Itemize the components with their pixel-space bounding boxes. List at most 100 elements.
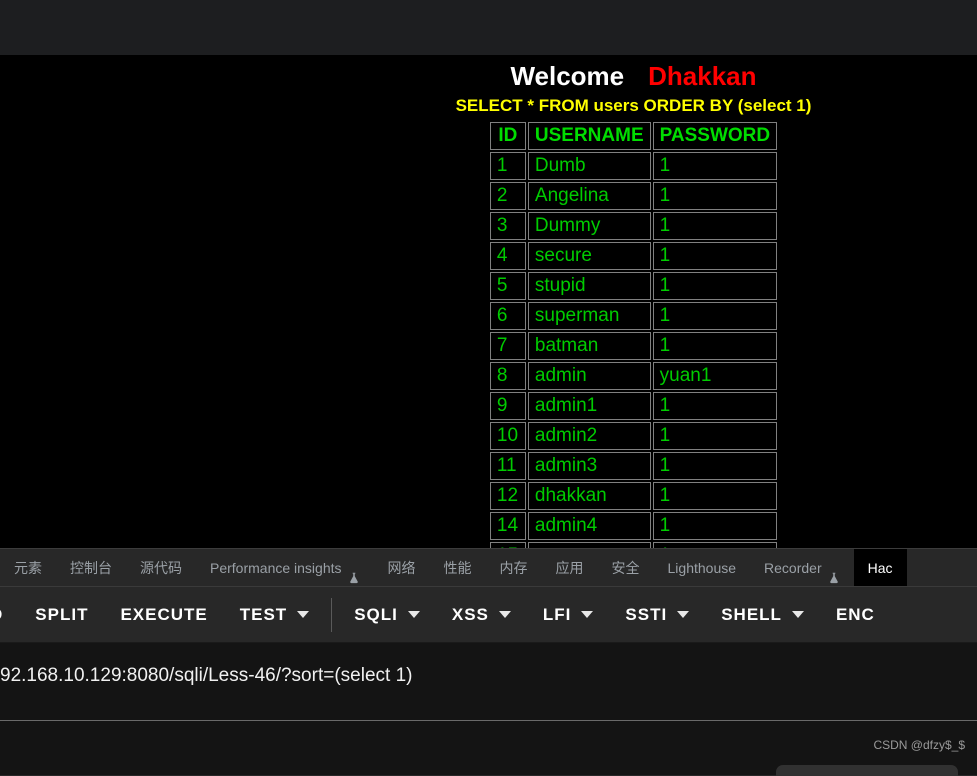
hackbar-button-2[interactable]: EXECUTE [104, 587, 223, 642]
chevron-down-icon[interactable] [791, 611, 804, 618]
hackbar-button-7[interactable]: SSTI [609, 587, 705, 642]
hackbar-button-6[interactable]: LFI [527, 587, 610, 642]
cell-id: 7 [489, 331, 526, 360]
devtools-tab-11[interactable]: Hac [853, 549, 907, 586]
cell-password: 1 [652, 481, 778, 510]
hackbar-button-8[interactable]: SHELL [705, 587, 820, 642]
cell-username: admin2 [527, 421, 651, 450]
hackbar-button-9[interactable]: ENC [820, 587, 891, 642]
chevron-down-icon[interactable] [498, 611, 511, 618]
welcome-heading: Welcome Dhakkan [145, 60, 977, 93]
table-row: 6 superman 1 [489, 301, 778, 330]
table-row: 7 batman 1 [489, 331, 778, 360]
hackbar-button-label: EXECUTE [120, 604, 208, 624]
cell-password: 1 [652, 451, 778, 480]
chevron-down-icon[interactable] [407, 611, 420, 618]
hackbar-button-label: SQLI [354, 604, 398, 624]
flask-icon [828, 561, 840, 583]
cell-password: 1 [652, 271, 778, 300]
hackbar-button-label: SPLIT [35, 604, 89, 624]
devtools-tab-label: Lighthouse [667, 559, 737, 576]
hackbar-button-0[interactable]: D [0, 587, 19, 642]
cell-id: 2 [489, 181, 526, 210]
cell-username: admin1 [527, 391, 651, 420]
devtools-panel: 元素 控制台 源代码 Performance insights 网络 性能 内存 应用 安全 Li… [0, 548, 977, 776]
chevron-down-icon[interactable] [677, 611, 690, 618]
bottom-rounded-panel [776, 765, 958, 776]
devtools-tab-8[interactable]: 安全 [598, 549, 654, 586]
browser-chrome-strip [0, 0, 977, 55]
hackbar-button-3[interactable]: TEST [224, 587, 325, 642]
hackbar-button-label: SSTI [625, 604, 668, 624]
results-table: ID USERNAME PASSWORD 1 Dumb 1 2 Angelina 1 3 Du… [488, 120, 779, 548]
cell-id: 5 [489, 271, 526, 300]
table-row: 9 admin1 1 [489, 391, 778, 420]
hackbar-button-4[interactable]: SQLI [338, 587, 436, 642]
cell-username: admin3 [527, 451, 651, 480]
devtools-tab-1[interactable]: 控制台 [56, 549, 126, 586]
results-table-wrapper: ID USERNAME PASSWORD 1 Dumb 1 2 Angelina 1 3 Du… [488, 120, 779, 548]
cell-username: superman [527, 301, 651, 330]
hackbar-button-label: D [0, 605, 3, 625]
hackbar-url-area[interactable]: 92.168.10.129:8080/sqli/Less-46/?sort=(s… [0, 643, 977, 721]
cell-id: 4 [489, 241, 526, 270]
devtools-tabbar: 元素 控制台 源代码 Performance insights 网络 性能 内存 应用 安全 Li… [0, 549, 977, 587]
cell-password: 1 [652, 421, 778, 450]
hackbar-button-label: ENC [835, 604, 875, 624]
cell-username: dhakkan [527, 481, 651, 510]
cell-id: 11 [489, 451, 526, 480]
table-header-row: ID USERNAME PASSWORD [489, 121, 778, 150]
devtools-tab-4[interactable]: 网络 [374, 549, 430, 586]
cell-password: 1 [652, 391, 778, 420]
sql-query-text: SELECT * FROM users ORDER BY (select 1) [455, 95, 812, 115]
devtools-tab-2[interactable]: 源代码 [126, 549, 196, 586]
cell-password: 1 [652, 331, 778, 360]
flask-icon [348, 561, 360, 583]
cell-password: 1 [652, 301, 778, 330]
cell-username: secure [527, 241, 651, 270]
table-row: 12 dhakkan 1 [489, 481, 778, 510]
devtools-tab-label: 应用 [555, 559, 584, 576]
results-table-body: 1 Dumb 1 2 Angelina 1 3 Dummy 1 4 secure 1 5 stupid 1 6… [489, 151, 778, 548]
cell-username: Angelina [527, 181, 651, 210]
devtools-tab-label: Hac [867, 559, 893, 576]
hackbar-button-label: XSS [451, 604, 489, 624]
table-row: 4 secure 1 [489, 241, 778, 270]
devtools-tab-3[interactable]: Performance insights [196, 549, 374, 586]
devtools-tab-label: 控制台 [70, 559, 112, 576]
screenshot-root: Welcome Dhakkan SELECT * FROM users ORDER… [0, 0, 977, 776]
column-header-username: USERNAME [527, 121, 651, 150]
devtools-tab-label: 性能 [443, 559, 472, 576]
table-row: 14 admin4 1 [489, 511, 778, 540]
cell-id: 1 [489, 151, 526, 180]
welcome-label: Welcome [510, 61, 625, 91]
devtools-tab-9[interactable]: Lighthouse [654, 549, 751, 586]
column-header-password: PASSWORD [652, 121, 778, 150]
chevron-down-icon[interactable] [581, 611, 594, 618]
results-table-head: ID USERNAME PASSWORD [489, 121, 778, 150]
devtools-tab-6[interactable]: 内存 [486, 549, 542, 586]
hackbar-button-1[interactable]: SPLIT [19, 587, 104, 642]
cell-id: 3 [489, 211, 526, 240]
devtools-tab-10[interactable]: Recorder [750, 549, 854, 586]
url-input-value[interactable]: 92.168.10.129:8080/sqli/Less-46/?sort=(s… [0, 665, 412, 687]
devtools-tab-7[interactable]: 应用 [542, 549, 598, 586]
cell-password: 1 [652, 151, 778, 180]
hackbar-button-label: SHELL [721, 604, 782, 624]
cell-password: 1 [652, 241, 778, 270]
devtools-tab-label: Recorder [764, 559, 822, 576]
cell-id: 10 [489, 421, 526, 450]
chevron-down-icon[interactable] [297, 611, 310, 618]
cell-username: Dumb [527, 151, 651, 180]
cell-id: 14 [489, 511, 526, 540]
devtools-tab-label: 元素 [14, 559, 42, 576]
hackbar-button-label: TEST [239, 604, 288, 624]
cell-username: batman [527, 331, 651, 360]
devtools-tab-label: 网络 [387, 559, 416, 576]
page-content: Welcome Dhakkan SELECT * FROM users ORDER… [0, 55, 977, 548]
cell-id: 6 [489, 301, 526, 330]
devtools-tab-0[interactable]: 元素 [0, 549, 56, 586]
devtools-tab-5[interactable]: 性能 [430, 549, 486, 586]
cell-password: 1 [652, 181, 778, 210]
hackbar-button-5[interactable]: XSS [436, 587, 527, 642]
